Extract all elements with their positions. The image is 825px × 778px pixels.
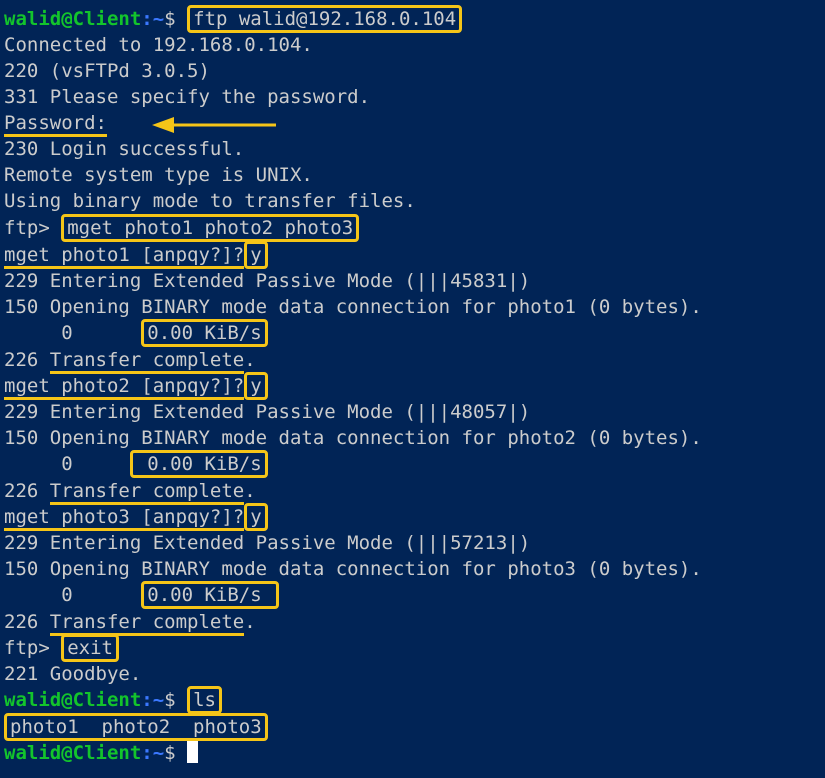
- output-line: 331 Please specify the password.: [4, 86, 371, 108]
- exit-command: exit: [61, 634, 119, 662]
- bytes-count: 0: [4, 453, 130, 475]
- period: .: [244, 349, 256, 371]
- text-cursor[interactable]: [187, 741, 199, 763]
- ftp-prompt: ftp>: [4, 637, 62, 659]
- output-line: Remote system type is UNIX.: [4, 164, 313, 186]
- ls-output: photo1 photo2 photo3: [4, 713, 268, 741]
- prompt-path: :~: [141, 689, 165, 711]
- output-line: 150 Opening BINARY mode data connection …: [4, 296, 702, 318]
- transfer-rate: 0.00 KiB/s: [141, 581, 280, 609]
- prompt-user: walid@Client: [4, 742, 142, 764]
- status-code: 226: [4, 349, 50, 371]
- prompt-user: walid@Client: [4, 8, 142, 30]
- answer-box: y: [244, 503, 268, 531]
- mget-command: mget photo1 photo2 photo3: [61, 214, 360, 242]
- ftp-prompt: ftp>: [4, 217, 62, 239]
- output-line: 229 Entering Extended Passive Mode (|||4…: [4, 270, 531, 292]
- terminal-window[interactable]: walid@Client:~$ ftp walid@192.168.0.104 …: [0, 0, 825, 778]
- terminal-line: walid@Client:~$ ftp walid@192.168.0.104: [4, 5, 463, 33]
- mget-question: mget photo1 [anpqy?]?: [4, 244, 245, 269]
- mget-question: mget photo3 [anpqy?]?: [4, 506, 245, 531]
- arrow-left-icon: [152, 117, 276, 133]
- status-code: 226: [4, 611, 50, 633]
- ftp-line: ftp> mget photo1 photo2 photo3: [4, 214, 360, 242]
- output-line: 220 (vsFTPd 3.0.5): [4, 60, 210, 82]
- prompt-user: walid@Client: [4, 689, 142, 711]
- password-prompt-line: Password:: [4, 110, 107, 137]
- output-line: 229 Entering Extended Passive Mode (|||5…: [4, 532, 531, 554]
- output-line: 226 Transfer complete.: [4, 478, 256, 505]
- terminal-line[interactable]: walid@Client:~$: [4, 740, 199, 766]
- output-line: 226 Transfer complete.: [4, 609, 256, 636]
- transfer-rate: 0.00 KiB/s: [141, 319, 268, 347]
- period: .: [244, 480, 256, 502]
- password-label: Password:: [4, 112, 107, 137]
- transfer-rate: 0.00 KiB/s: [129, 450, 268, 478]
- output-line: 226 Transfer complete.: [4, 347, 256, 374]
- output-line: Connected to 192.168.0.104.: [4, 34, 313, 56]
- ftp-command: ftp walid@192.168.0.104: [187, 5, 463, 33]
- bytes-count: 0: [4, 584, 142, 606]
- mget-question-line: mget photo1 [anpqy?]? y: [4, 241, 268, 269]
- mget-question: mget photo2 [anpqy?]?: [4, 375, 245, 400]
- transfer-complete-text: Transfer complete: [49, 349, 245, 374]
- prompt-symbol: $: [164, 742, 188, 764]
- period: .: [244, 611, 256, 633]
- transfer-stats-line: 0 0.00 KiB/s: [4, 581, 280, 609]
- answer-box: y: [244, 372, 268, 400]
- output-line: 230 Login successful.: [4, 138, 245, 160]
- output-line: Using binary mode to transfer files.: [4, 190, 416, 212]
- output-line: 221 Goodbye.: [4, 663, 142, 685]
- transfer-complete-text: Transfer complete: [49, 480, 245, 505]
- transfer-stats-line: 0 0.00 KiB/s: [4, 450, 268, 478]
- terminal-line: walid@Client:~$ ls: [4, 686, 222, 714]
- prompt-symbol: $: [164, 8, 188, 30]
- prompt-path: :~: [141, 742, 165, 764]
- transfer-complete-text: Transfer complete: [49, 611, 245, 636]
- output-line: 150 Opening BINARY mode data connection …: [4, 558, 702, 580]
- prompt-path: :~: [141, 8, 165, 30]
- status-code: 226: [4, 480, 50, 502]
- prompt-symbol: $: [164, 689, 188, 711]
- output-line: 229 Entering Extended Passive Mode (|||4…: [4, 401, 531, 423]
- ls-command: ls: [187, 686, 222, 714]
- bytes-count: 0: [4, 322, 142, 344]
- ftp-line: ftp> exit: [4, 634, 119, 662]
- mget-question-line: mget photo2 [anpqy?]? y: [4, 372, 268, 400]
- output-line: 150 Opening BINARY mode data connection …: [4, 427, 702, 449]
- answer-box: y: [244, 241, 268, 269]
- mget-question-line: mget photo3 [anpqy?]? y: [4, 503, 268, 531]
- transfer-stats-line: 0 0.00 KiB/s: [4, 319, 268, 347]
- ls-output-line: photo1 photo2 photo3: [4, 713, 268, 741]
